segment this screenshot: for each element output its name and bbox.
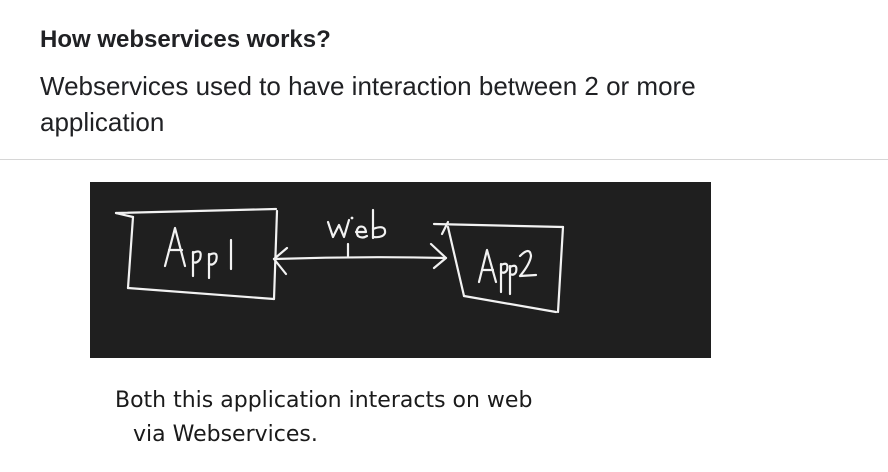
app2-label [477,248,538,296]
app1-label [163,226,233,280]
web-link-arrow [272,242,448,276]
web-label [326,208,387,240]
section-divider [0,159,888,160]
section-heading: How webservices works? [40,26,331,53]
caption-line-1: Both this application interacts on web [115,388,533,413]
app1-box [114,207,279,301]
caption-line-2: via Webservices. [133,422,318,447]
handwritten-diagram [90,182,711,358]
diagram-caption: Both this application interacts on web v… [115,384,532,452]
section-intro-text: Webservices used to have interaction bet… [40,71,696,137]
app2-box [432,220,565,314]
